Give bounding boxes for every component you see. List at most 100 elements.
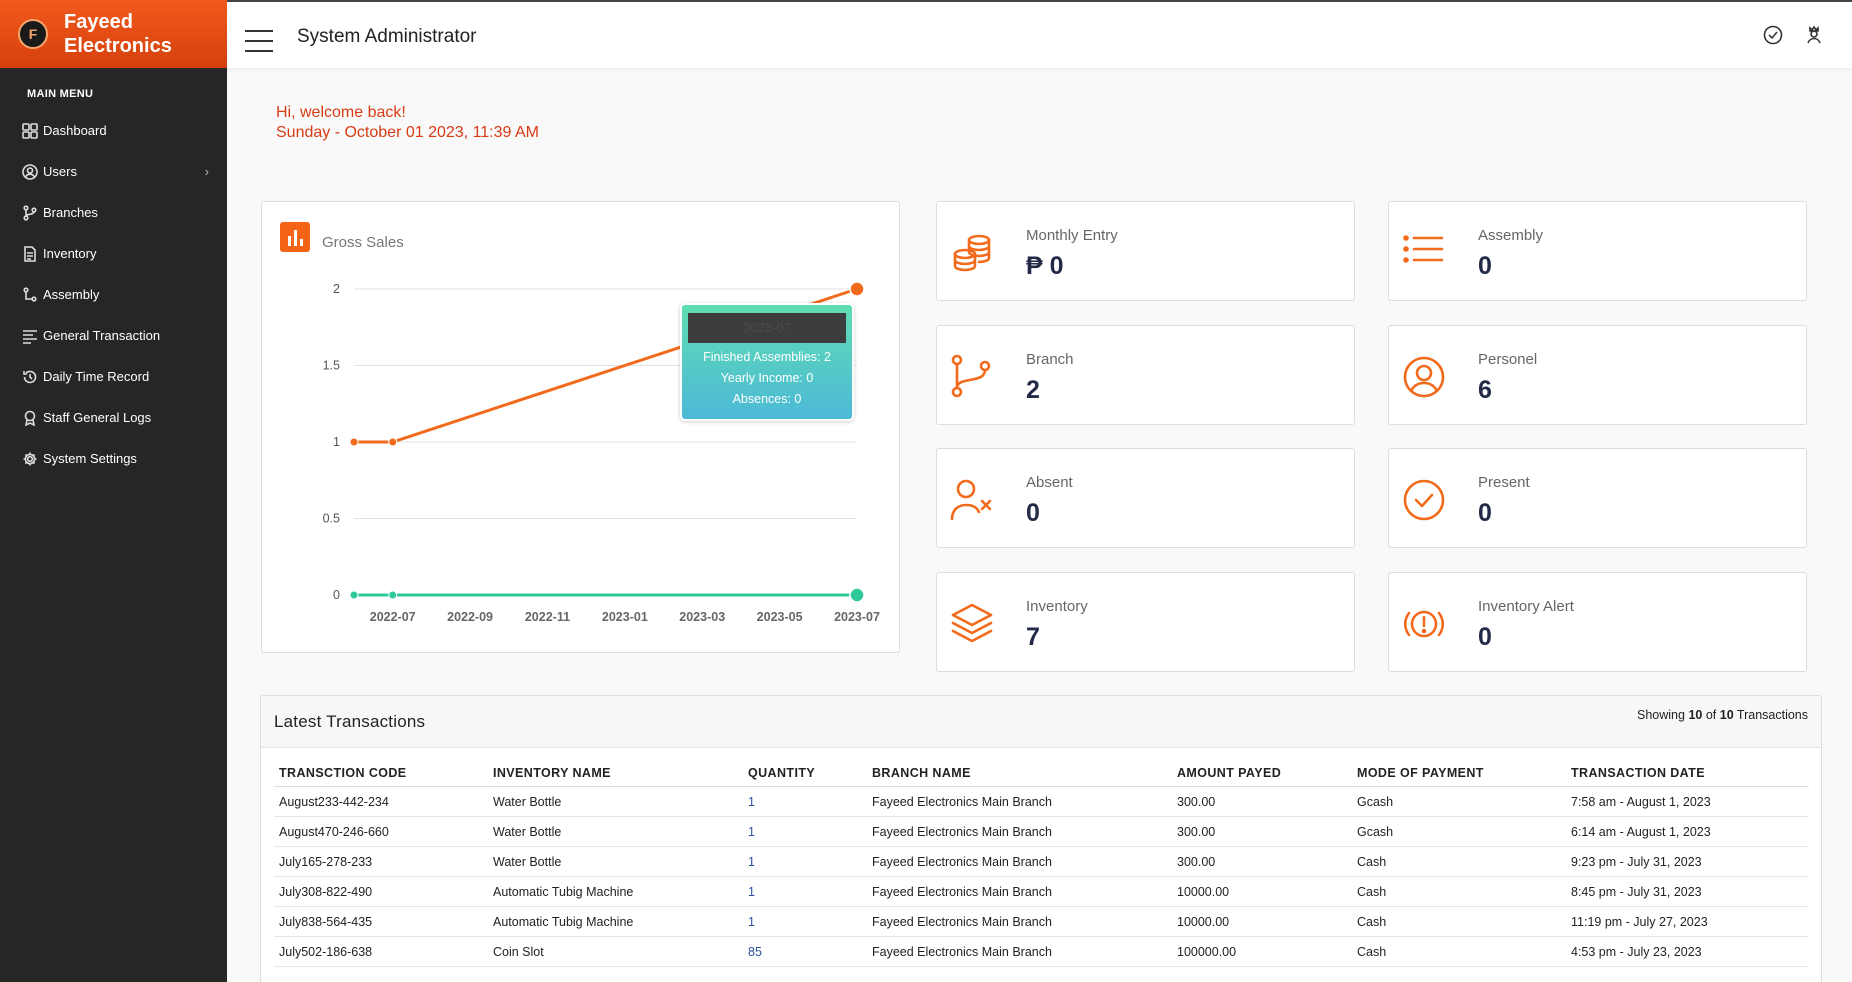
chevron-right-icon: › — [204, 164, 209, 179]
mode-of-payment: Cash — [1352, 906, 1566, 937]
stat-label: Present — [1478, 474, 1530, 491]
sidebar-item-dashboard[interactable]: Dashboard — [0, 110, 227, 151]
tooltip-line: Finished Assemblies: 2 — [703, 350, 831, 364]
check-circle-icon[interactable] — [1762, 24, 1784, 46]
user-crown-icon[interactable] — [1803, 24, 1825, 46]
stat-card-personel[interactable]: Personel 6 — [1388, 325, 1807, 425]
sidebar-item-general-transaction[interactable]: General Transaction — [0, 315, 227, 356]
gear-icon — [23, 452, 37, 465]
data-point — [388, 437, 398, 447]
sidebar-item-label: Inventory — [43, 246, 97, 261]
transaction-code: July502-186-638 — [274, 936, 488, 967]
stat-value: 7 — [1026, 623, 1040, 651]
count-of: of — [1705, 708, 1717, 722]
stat-value: 0 — [1478, 623, 1492, 651]
history-icon — [23, 370, 37, 383]
transaction-code: July838-564-435 — [274, 906, 488, 937]
stat-value: 0 — [1478, 499, 1492, 527]
logo: F — [18, 19, 48, 49]
table-row[interactable]: August233-442-234 Water Bottle 1 Fayeed … — [274, 786, 1809, 817]
transactions-count: Showing 10 of 10 Transactions — [1637, 708, 1808, 722]
y-tick-label: 0 — [333, 588, 340, 602]
column-header[interactable]: TRANSCTION CODE — [274, 758, 488, 787]
app-name: Fayeed Electronics — [64, 10, 172, 58]
transaction-date: 7:58 am - August 1, 2023 — [1566, 786, 1809, 817]
column-header[interactable]: QUANTITY — [743, 758, 867, 787]
sidebar-item-label: System Settings — [43, 451, 137, 466]
mode-of-payment: Cash — [1352, 936, 1566, 967]
user-x-icon — [949, 477, 995, 523]
x-tick-label: 2023-03 — [679, 610, 725, 624]
transactions-title: Latest Transactions — [274, 712, 426, 731]
column-header[interactable]: MODE OF PAYMENT — [1352, 758, 1566, 787]
stat-card-assembly[interactable]: Assembly 0 — [1388, 201, 1807, 301]
branch-name: Fayeed Electronics Main Branch — [867, 936, 1172, 967]
transaction-date: 9:23 pm - July 31, 2023 — [1566, 846, 1809, 877]
app-name-line1: Fayeed — [64, 11, 133, 33]
sidebar-item-daily-time-record[interactable]: Daily Time Record — [0, 356, 227, 397]
branch-name: Fayeed Electronics Main Branch — [867, 906, 1172, 937]
topbar: System Administrator — [227, 0, 1852, 68]
stat-card-absent[interactable]: Absent 0 — [936, 448, 1355, 548]
welcome-greeting: Hi, welcome back! — [276, 104, 406, 121]
stat-value: 6 — [1478, 376, 1492, 404]
stat-card-inventory[interactable]: Inventory 7 — [936, 572, 1355, 672]
sidebar-item-branches[interactable]: Branches — [0, 192, 227, 233]
table-row[interactable]: July502-186-638 Coin Slot 85 Fayeed Elec… — [274, 936, 1809, 967]
branch-name: Fayeed Electronics Main Branch — [867, 876, 1172, 907]
amount-payed: 10000.00 — [1172, 876, 1352, 907]
mode-of-payment: Gcash — [1352, 786, 1566, 817]
chart-title: Gross Sales — [322, 233, 404, 251]
stat-value: 0 — [1478, 252, 1492, 280]
stat-card-present[interactable]: Present 0 — [1388, 448, 1807, 548]
table-row[interactable]: July308-822-490 Automatic Tubig Machine … — [274, 876, 1809, 907]
branch-icon — [23, 204, 37, 221]
y-tick-label: 1 — [333, 435, 340, 449]
count-total: 10 — [1719, 708, 1734, 722]
x-tick-label: 2023-05 — [757, 610, 803, 624]
hamburger-menu-icon[interactable] — [245, 30, 273, 60]
inventory-name: Water Bottle — [488, 846, 743, 877]
sidebar-item-staff-general-logs[interactable]: Staff General Logs — [0, 397, 227, 438]
x-tick-label: 2022-09 — [447, 610, 493, 624]
column-header[interactable]: TRANSACTION DATE — [1566, 758, 1809, 787]
sidebar-item-inventory[interactable]: Inventory — [0, 233, 227, 274]
badge-icon — [24, 410, 36, 426]
stat-label: Branch — [1026, 351, 1074, 368]
stat-card-inventory-alert[interactable]: Inventory Alert 0 — [1388, 572, 1807, 672]
sidebar-item-users[interactable]: Users › — [0, 151, 227, 192]
branch-name: Fayeed Electronics Main Branch — [867, 846, 1172, 877]
grid-icon — [22, 122, 38, 139]
sidebar-item-label: Assembly — [43, 287, 100, 302]
chart-header: Gross Sales — [280, 222, 404, 252]
share-node-icon — [23, 286, 37, 302]
page-title: System Administrator — [297, 26, 477, 47]
brand[interactable]: F Fayeed Electronics — [0, 0, 227, 68]
sidebar: F Fayeed Electronics MAIN MENU Dashboard… — [0, 0, 227, 982]
quantity: 1 — [743, 816, 867, 847]
stat-card-branch[interactable]: Branch 2 — [936, 325, 1355, 425]
table-row[interactable]: July838-564-435 Automatic Tubig Machine … — [274, 906, 1809, 937]
table-row[interactable]: August470-246-660 Water Bottle 1 Fayeed … — [274, 816, 1809, 847]
column-header[interactable]: AMOUNT PAYED — [1172, 758, 1352, 787]
transaction-code: August233-442-234 — [274, 786, 488, 817]
quantity: 1 — [743, 786, 867, 817]
x-tick-label: 2023-07 — [834, 610, 880, 624]
sidebar-item-assembly[interactable]: Assembly — [0, 274, 227, 315]
quantity: 85 — [743, 936, 867, 967]
stat-card-monthly-entry[interactable]: Monthly Entry ₱ 0 — [936, 201, 1355, 301]
data-point — [849, 587, 865, 603]
check-circle-icon — [1401, 477, 1447, 523]
stat-label: Inventory — [1026, 598, 1088, 615]
y-tick-label: 1.5 — [323, 359, 340, 373]
transactions-header: Latest Transactions Showing 10 of 10 Tra… — [261, 696, 1821, 748]
layers-icon — [949, 601, 995, 647]
column-header[interactable]: BRANCH NAME — [867, 758, 1172, 787]
stat-label: Inventory Alert — [1478, 598, 1574, 615]
stat-label: Absent — [1026, 474, 1073, 491]
column-header[interactable]: INVENTORY NAME — [488, 758, 743, 787]
transaction-code: July308-822-490 — [274, 876, 488, 907]
sidebar-item-system-settings[interactable]: System Settings — [0, 438, 227, 479]
welcome-message: Hi, welcome back! Sunday - October 01 20… — [276, 103, 539, 143]
table-row[interactable]: July165-278-233 Water Bottle 1 Fayeed El… — [274, 846, 1809, 877]
